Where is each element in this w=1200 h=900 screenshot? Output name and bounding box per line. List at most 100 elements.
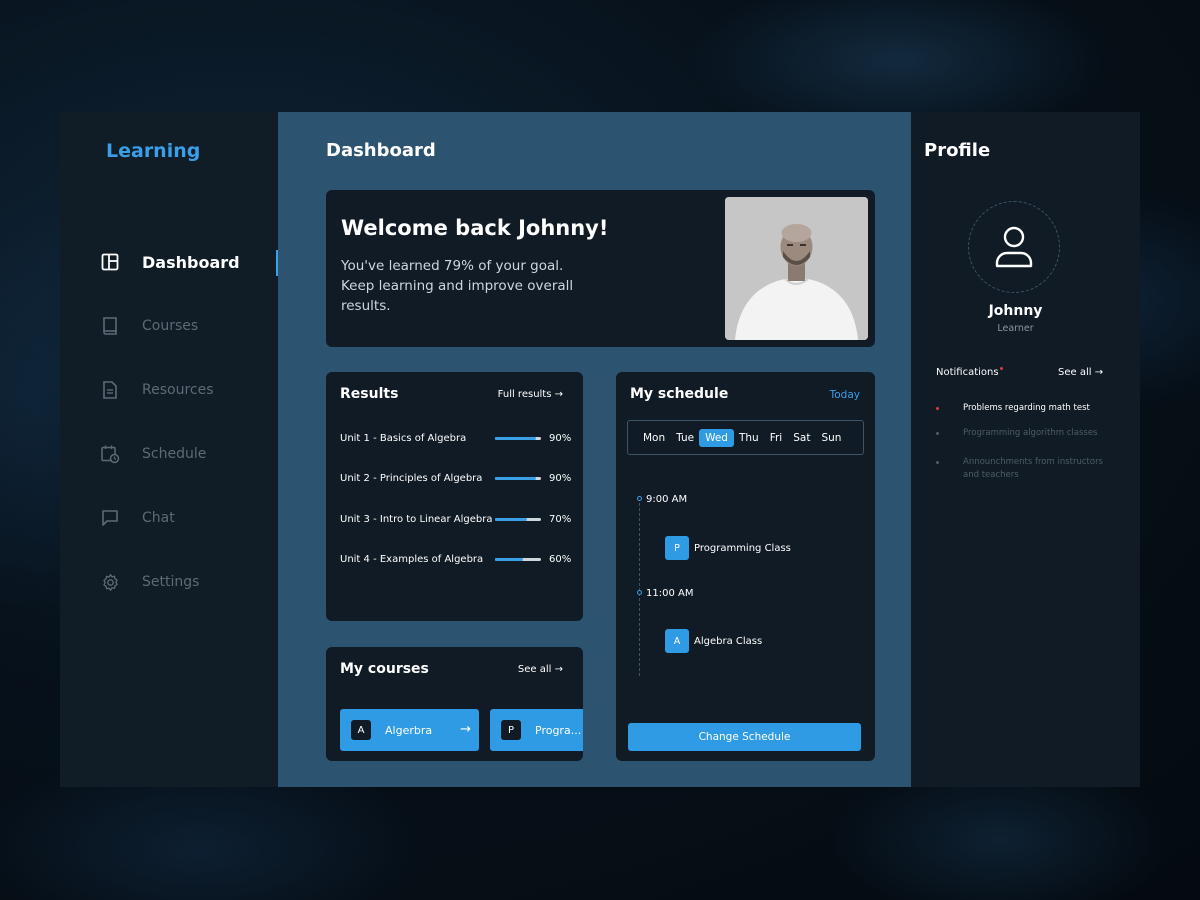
unread-dot-icon <box>936 407 939 410</box>
app-window: Learning Dashboard Courses Resources Sch… <box>60 112 1140 787</box>
result-row: Unit 4 - Examples of Algebra 60% <box>340 552 571 566</box>
chat-icon <box>100 508 120 528</box>
sidebar-item-courses[interactable]: Courses <box>60 294 278 358</box>
result-percent: 70% <box>549 513 572 525</box>
day-fri[interactable]: Fri <box>770 429 783 447</box>
notification-item[interactable]: Announchments from instructors and teach… <box>936 456 1116 481</box>
progress-bar <box>495 476 541 480</box>
course-badge: P <box>501 720 521 740</box>
file-icon <box>100 380 120 400</box>
sidebar-item-label: Schedule <box>142 446 207 462</box>
calendar-icon <box>100 444 120 464</box>
main-content: Dashboard Welcome back Johnny! You've le… <box>278 112 911 787</box>
welcome-card: Welcome back Johnny! You've learned 79% … <box>326 190 875 347</box>
brand-logo: Learning <box>106 140 201 162</box>
result-row: Unit 2 - Principles of Algebra 90% <box>340 471 571 485</box>
day-selector: Mon Tue Wed Thu Fri Sat Sun <box>627 420 864 455</box>
notification-text: Programming algorithm classes <box>963 428 1098 438</box>
sidebar: Learning Dashboard Courses Resources Sch… <box>60 112 278 787</box>
progress-fill <box>495 476 537 480</box>
timeline-line <box>639 498 640 676</box>
courses-card: My courses See all → A Algerbra → P Prog… <box>326 647 583 761</box>
sidebar-item-label: Chat <box>142 510 175 526</box>
read-dot-icon <box>936 432 939 435</box>
result-label: Unit 1 - Basics of Algebra <box>340 432 467 444</box>
event-badge: P <box>665 536 689 560</box>
result-label: Unit 3 - Intro to Linear Algebra <box>340 513 493 525</box>
course-name: Progra... <box>535 723 582 737</box>
course-tile-programming[interactable]: P Progra... <box>490 709 583 751</box>
full-results-link[interactable]: Full results → <box>498 389 563 400</box>
schedule-title: My schedule <box>630 386 729 402</box>
result-label: Unit 2 - Principles of Algebra <box>340 472 483 484</box>
profile-title: Profile <box>924 140 991 161</box>
event-name: Programming Class <box>694 542 791 554</box>
avatar[interactable] <box>968 201 1060 293</box>
result-percent: 90% <box>549 472 572 484</box>
day-sat[interactable]: Sat <box>793 429 810 447</box>
progress-bar <box>495 436 541 440</box>
change-schedule-button[interactable]: Change Schedule <box>628 723 861 751</box>
result-percent: 60% <box>549 553 572 565</box>
progress-fill <box>495 557 523 561</box>
arrow-right-icon: → <box>460 722 471 737</box>
sidebar-item-chat[interactable]: Chat <box>60 486 278 550</box>
profile-role: Learner <box>997 323 1034 334</box>
timeline-dot <box>637 590 642 595</box>
results-card: Results Full results → Unit 1 - Basics o… <box>326 372 583 621</box>
book-icon <box>100 316 120 336</box>
sidebar-item-label: Resources <box>142 382 214 398</box>
sidebar-item-settings[interactable]: Settings <box>60 550 278 614</box>
progress-fill <box>495 517 528 521</box>
time-label: 11:00 AM <box>646 588 694 599</box>
timeline-dot <box>637 496 642 501</box>
read-dot-icon <box>936 461 939 464</box>
day-thu[interactable]: Thu <box>739 429 759 447</box>
notification-text: Announchments from instructors and teach… <box>963 457 1103 480</box>
time-label: 9:00 AM <box>646 494 688 505</box>
see-all-courses-link[interactable]: See all → <box>518 664 563 675</box>
gear-icon <box>100 572 120 592</box>
progress-bar <box>495 557 541 561</box>
see-all-notifications-link[interactable]: See all → <box>1058 367 1103 378</box>
sidebar-item-dashboard[interactable]: Dashboard <box>60 230 278 294</box>
notifications-heading: Notifications <box>936 367 1003 378</box>
day-mon[interactable]: Mon <box>643 429 665 447</box>
courses-title: My courses <box>340 661 429 677</box>
event-programming-class[interactable]: P Programming Class <box>665 536 791 560</box>
sidebar-nav: Dashboard Courses Resources Schedule Cha… <box>60 230 278 614</box>
sidebar-item-schedule[interactable]: Schedule <box>60 422 278 486</box>
progress-bar <box>495 517 541 521</box>
page-title: Dashboard <box>326 140 436 161</box>
progress-fill <box>495 436 537 440</box>
unread-dot-icon <box>999 367 1003 370</box>
day-wed[interactable]: Wed <box>699 428 734 447</box>
results-title: Results <box>340 386 399 402</box>
day-tue[interactable]: Tue <box>676 429 694 447</box>
user-photo <box>725 197 868 340</box>
schedule-card: My schedule Today Mon Tue Wed Thu Fri Sa… <box>616 372 875 761</box>
welcome-heading: Welcome back Johnny! <box>341 216 609 240</box>
sidebar-item-label: Settings <box>142 574 200 590</box>
notification-item[interactable]: Problems regarding math test <box>936 402 1116 415</box>
sidebar-item-label: Dashboard <box>142 252 240 272</box>
day-sun[interactable]: Sun <box>821 429 841 447</box>
result-label: Unit 4 - Examples of Algebra <box>340 553 484 565</box>
event-name: Algebra Class <box>694 635 763 647</box>
layout-icon <box>100 252 120 272</box>
course-name: Algerbra <box>385 723 433 737</box>
event-badge: A <box>665 629 689 653</box>
notification-item[interactable]: Programming algorithm classes <box>936 427 1116 440</box>
today-link[interactable]: Today <box>830 389 860 401</box>
result-row: Unit 3 - Intro to Linear Algebra 70% <box>340 512 571 526</box>
result-percent: 90% <box>549 432 572 444</box>
course-badge: A <box>351 720 371 740</box>
event-algebra-class[interactable]: A Algebra Class <box>665 629 762 653</box>
sidebar-item-label: Courses <box>142 318 199 334</box>
profile-panel: Profile Johnny Learner Notifications See… <box>911 112 1140 787</box>
profile-name: Johnny <box>988 303 1043 319</box>
welcome-message: You've learned 79% of your goal. Keep le… <box>341 258 574 314</box>
result-row: Unit 1 - Basics of Algebra 90% <box>340 431 571 445</box>
course-tile-algebra[interactable]: A Algerbra → <box>340 709 479 751</box>
sidebar-item-resources[interactable]: Resources <box>60 358 278 422</box>
